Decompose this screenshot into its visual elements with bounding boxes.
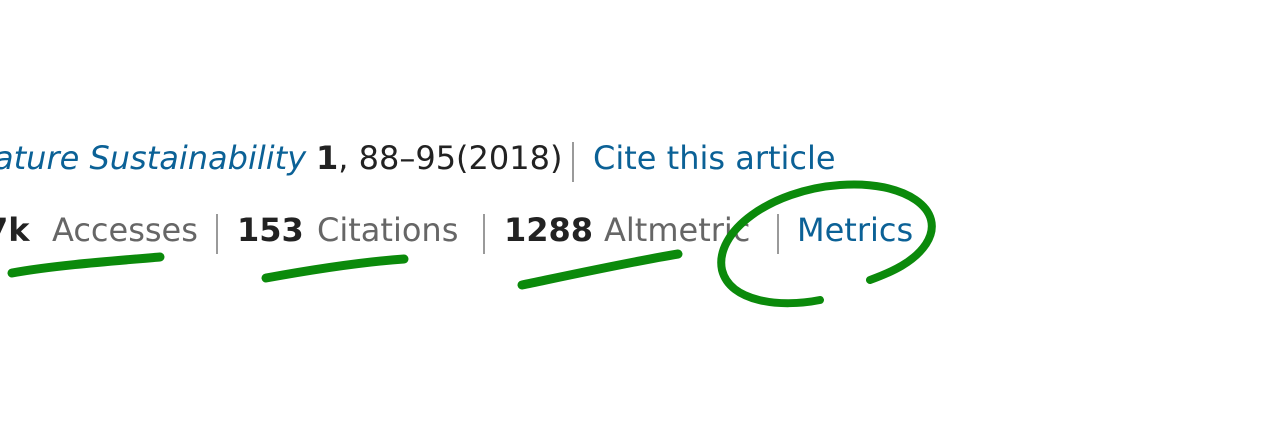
altmetric-score: 1288 bbox=[504, 211, 594, 249]
volume-number: 1 bbox=[316, 139, 339, 177]
citation-divider bbox=[572, 142, 574, 182]
metrics-divider bbox=[483, 214, 485, 254]
altmetric-label: Altmetric bbox=[604, 211, 751, 249]
metrics-divider bbox=[216, 214, 218, 254]
underline-citations bbox=[261, 254, 409, 283]
pages-year: , 88–95(2018) bbox=[338, 139, 563, 177]
metrics-link[interactable]: Metrics bbox=[797, 210, 913, 250]
metrics-divider bbox=[777, 214, 779, 254]
journal-name[interactable]: ature Sustainability bbox=[0, 138, 306, 178]
citations-label: Citations bbox=[317, 211, 459, 249]
citations-count: 153 bbox=[237, 211, 304, 249]
volume-pages: 1, 88–95(2018) bbox=[316, 138, 562, 178]
underline-altmetric bbox=[517, 249, 683, 290]
accesses-count: 7k bbox=[0, 211, 30, 249]
cite-this-article-link[interactable]: Cite this article bbox=[593, 138, 836, 178]
underline-accesses bbox=[7, 252, 165, 278]
accesses-label: Accesses bbox=[52, 211, 198, 249]
